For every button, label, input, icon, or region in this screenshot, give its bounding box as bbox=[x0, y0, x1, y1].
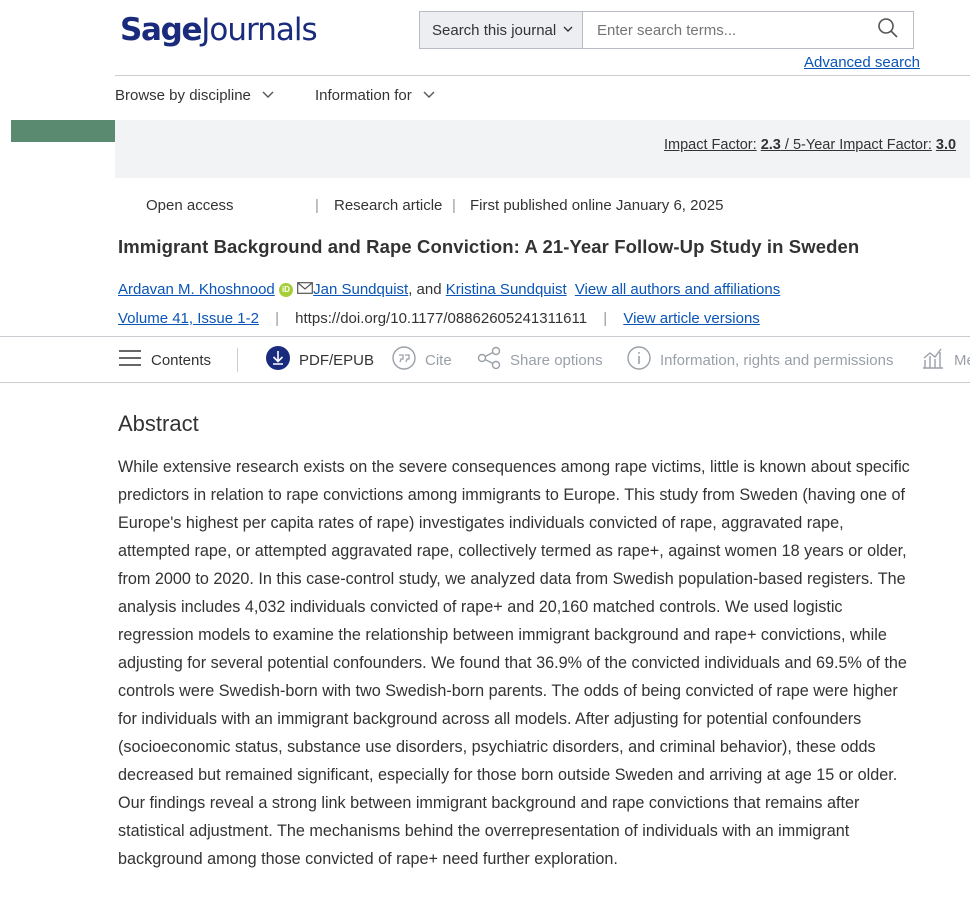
nav-label: Information for bbox=[315, 87, 412, 104]
meta-separator: | bbox=[603, 310, 608, 327]
metrics-label: Me bbox=[954, 351, 970, 369]
search-scope-dropdown[interactable]: Search this journal bbox=[419, 11, 583, 49]
nav-information-for[interactable]: Information for bbox=[315, 87, 436, 104]
search-icon bbox=[877, 17, 899, 44]
search-scope-label: Search this journal bbox=[432, 21, 557, 39]
search-input[interactable] bbox=[583, 11, 914, 49]
and-text: , and bbox=[408, 281, 442, 298]
info-icon bbox=[627, 346, 651, 374]
access-badge: Open access bbox=[146, 197, 234, 214]
meta-separator: | bbox=[315, 197, 319, 214]
search-button[interactable] bbox=[872, 15, 904, 45]
article-versions-link[interactable]: View article versions bbox=[623, 310, 759, 327]
publication-date: First published online January 6, 2025 bbox=[470, 197, 724, 214]
author-link[interactable]: Ardavan M. Khoshnood bbox=[118, 281, 275, 298]
cite-label: Cite bbox=[425, 351, 452, 369]
sage-journals-logo[interactable]: SageJournals bbox=[120, 10, 318, 50]
author-link[interactable]: Jan Sundquist bbox=[313, 281, 408, 298]
cite-button[interactable]: Cite bbox=[392, 345, 452, 375]
author-link[interactable]: Kristina Sundquist bbox=[446, 281, 567, 298]
meta-separator: | bbox=[275, 310, 279, 327]
header-divider bbox=[115, 75, 970, 76]
impact-factor[interactable]: Impact Factor: 2.3 / 5-Year Impact Facto… bbox=[664, 137, 956, 153]
five-year-label: 5-Year Impact Factor: bbox=[792, 137, 932, 153]
information-rights-button[interactable]: Information, rights and permissions bbox=[627, 345, 893, 375]
pdf-label: PDF/EPUB bbox=[299, 351, 375, 369]
chevron-down-icon bbox=[562, 22, 574, 39]
impact-label: Impact Factor: bbox=[664, 137, 757, 153]
pdf-epub-button[interactable]: PDF/EPUB bbox=[266, 345, 374, 375]
article-title: Immigrant Background and Rape Conviction… bbox=[118, 236, 860, 257]
contents-label: Contents bbox=[151, 351, 212, 369]
logo-bold-text: Sage bbox=[120, 12, 203, 48]
toolbar-divider bbox=[0, 336, 970, 337]
abstract-text: While extensive research exists on the s… bbox=[118, 458, 910, 868]
orcid-icon[interactable]: iD bbox=[278, 283, 293, 297]
doi-text[interactable]: https://doi.org/10.1177/0886260524131161… bbox=[295, 310, 587, 327]
volume-issue-link[interactable]: Volume 41, Issue 1-2 bbox=[118, 310, 259, 327]
journal-cover-accent bbox=[11, 120, 115, 142]
advanced-search-link[interactable]: Advanced search bbox=[804, 54, 920, 71]
download-icon bbox=[266, 346, 290, 374]
logo-light-text: Journals bbox=[201, 12, 317, 48]
info-label: Information, rights and permissions bbox=[660, 351, 894, 369]
metrics-icon bbox=[921, 346, 945, 374]
toolbar-divider bbox=[0, 382, 970, 383]
quote-icon bbox=[392, 346, 416, 374]
view-all-authors-link[interactable]: View all authors and affiliations bbox=[575, 281, 780, 298]
share-icon bbox=[477, 346, 501, 374]
toolbar-separator bbox=[237, 348, 238, 372]
impact-value: 2.3 bbox=[760, 137, 781, 153]
metrics-button[interactable]: Me bbox=[921, 345, 970, 375]
list-icon bbox=[118, 348, 142, 372]
abstract-heading: Abstract bbox=[118, 411, 199, 436]
meta-separator: | bbox=[452, 197, 456, 214]
share-label: Share options bbox=[510, 351, 603, 369]
author-list: Ardavan M. Khoshnood iD Jan Sundquist, a… bbox=[118, 281, 780, 298]
nav-browse-by-discipline[interactable]: Browse by discipline bbox=[115, 87, 275, 104]
contents-button[interactable]: Contents bbox=[118, 345, 211, 375]
nav-label: Browse by discipline bbox=[115, 87, 251, 104]
chevron-down-icon bbox=[422, 87, 436, 104]
share-options-button[interactable]: Share options bbox=[477, 345, 603, 375]
five-year-value: 3.0 bbox=[935, 137, 957, 153]
chevron-down-icon bbox=[261, 87, 275, 104]
mail-icon[interactable] bbox=[297, 281, 314, 298]
article-reference: Volume 41, Issue 1-2 | https://doi.org/1… bbox=[118, 310, 760, 327]
article-type: Research article bbox=[334, 197, 443, 214]
